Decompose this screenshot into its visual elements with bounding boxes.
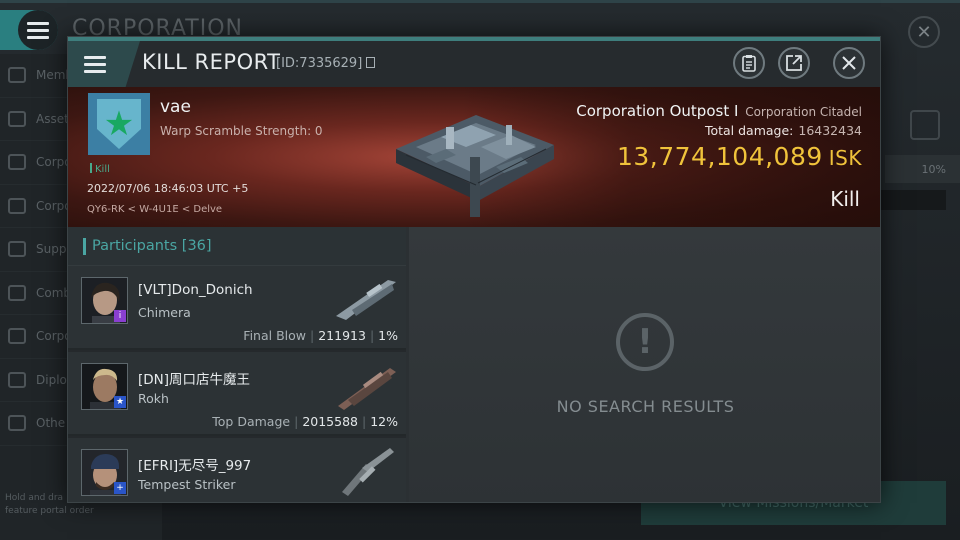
background-bar	[880, 190, 946, 210]
pie-icon	[8, 197, 26, 214]
kill-result: Kill	[830, 187, 860, 211]
role-badge-icon: i	[114, 310, 126, 322]
assets-icon	[8, 110, 26, 127]
participant-stats: Final Blow | 211913 | 1%	[243, 328, 398, 343]
share-button[interactable]	[778, 47, 810, 79]
star-badge-icon: ★	[114, 396, 126, 408]
participant-damage: 2015588	[302, 414, 358, 429]
participant-row[interactable]: ★ [DN]周口店牛魔王 Rokh Top Damage | 2015588 | 12%	[68, 352, 406, 436]
header-accent	[83, 237, 86, 255]
other-icon	[8, 415, 26, 432]
avatar[interactable]: ★	[81, 363, 128, 410]
participant-damage-label: Top Damage	[212, 414, 291, 429]
sidebar-item-label: Comb	[36, 285, 72, 300]
participant-damage-label: Final Blow	[243, 328, 306, 343]
ship-image	[336, 280, 396, 320]
report-id-text: [ID:7335629]	[276, 56, 363, 71]
participants-title: Participants [36]	[92, 238, 212, 254]
participants-panel: Participants [36] i [VLT]Don_Donich Chim…	[68, 227, 406, 502]
participant-percent: 12%	[370, 414, 398, 429]
document-icon	[8, 328, 26, 345]
sidebar-item-label: Asset	[36, 111, 69, 126]
participant-ship: Rokh	[138, 391, 169, 406]
participant-damage: 211913	[318, 328, 366, 343]
share-icon	[786, 55, 802, 71]
ship-image	[342, 448, 394, 496]
victim-name[interactable]: vae	[160, 97, 191, 117]
dialog-menu-button[interactable]	[68, 41, 140, 87]
close-icon	[842, 56, 856, 70]
no-results-message: NO SEARCH RESULTS	[556, 397, 735, 416]
kill-tag: Kill	[90, 163, 110, 175]
menu-icon	[18, 10, 58, 50]
participant-row[interactable]: + [EFRI]无尽号_997 Tempest Striker	[68, 438, 406, 502]
avatar[interactable]: +	[81, 449, 128, 496]
main-menu-button[interactable]	[0, 10, 58, 50]
isk-value: 13,774,104,089 ISK	[617, 142, 862, 171]
supply-icon	[8, 241, 26, 258]
clipboard-button[interactable]	[733, 47, 765, 79]
participant-ship: Tempest Striker	[138, 477, 236, 492]
background-close-icon[interactable]: ✕	[908, 16, 940, 48]
sidebar-item-label: Othe	[36, 416, 66, 431]
sidebar-item-label: Suppl	[36, 242, 70, 257]
dialog-header: KILL REPORT [ID:7335629]	[68, 41, 880, 87]
participant-percent: 1%	[378, 328, 398, 343]
close-button[interactable]	[833, 47, 865, 79]
participant-stats: Top Damage | 2015588 | 12%	[212, 414, 398, 429]
kill-report-dialog: KILL REPORT [ID:7335629] ★ vae Warp Scra…	[67, 36, 881, 503]
kill-datetime: 2022/07/06 18:46:03 UTC +5	[87, 182, 249, 195]
isk-amount: 13,774,104,089	[616, 142, 823, 171]
detail-panel: ! NO SEARCH RESULTS	[409, 227, 880, 502]
target-class: Corporation Citadel	[745, 105, 862, 119]
target-name-text: Corporation Outpost I	[576, 102, 739, 120]
star-icon: ★	[97, 99, 141, 149]
report-id[interactable]: [ID:7335629]	[276, 56, 376, 71]
plus-badge-icon: +	[114, 482, 126, 494]
total-damage-value: 16432434	[798, 123, 862, 138]
participant-name[interactable]: [DN]周口店牛魔王	[138, 368, 250, 388]
warp-scramble-strength: Warp Scramble Strength: 0	[160, 124, 323, 138]
participant-ship: Chimera	[138, 305, 191, 320]
hint-line: feature portal order	[5, 506, 94, 516]
participant-name[interactable]: [EFRI]无尽号_997	[138, 454, 251, 474]
combat-icon	[8, 284, 26, 301]
total-damage: Total damage: 16432434	[705, 123, 862, 138]
diplomacy-icon	[8, 371, 26, 388]
exclamation-icon: !	[616, 313, 674, 371]
total-damage-label: Total damage:	[704, 123, 794, 138]
target-name[interactable]: Corporation Outpost I Corporation Citade…	[576, 102, 862, 120]
outpost-structure-image	[396, 115, 554, 217]
isk-unit: ISK	[828, 146, 862, 170]
dialog-title: KILL REPORT	[142, 50, 281, 74]
sidebar-item-label: Diplo	[36, 372, 67, 387]
participant-row[interactable]: i [VLT]Don_Donich Chimera Final Blow | 211…	[68, 266, 406, 350]
kill-banner: ★ vae Warp Scramble Strength: 0 Kill 202…	[68, 87, 880, 227]
kill-location[interactable]: QY6-RK < W-4U1E < Delve	[87, 204, 222, 215]
participants-header: Participants [36]	[68, 227, 406, 266]
chart-icon	[8, 154, 26, 171]
percent-field: 10%	[885, 155, 960, 183]
kill-tag-text: Kill	[95, 164, 110, 175]
copy-icon[interactable]	[366, 57, 376, 68]
menu-icon	[84, 52, 106, 77]
members-icon	[8, 67, 26, 84]
top-accent-line	[0, 0, 960, 3]
corporation-logo[interactable]: ★	[88, 93, 150, 155]
clipboard-icon	[742, 55, 756, 72]
external-link-icon[interactable]	[910, 110, 940, 140]
participant-name[interactable]: [VLT]Don_Donich	[138, 282, 253, 298]
avatar[interactable]: i	[81, 277, 128, 324]
ship-image	[338, 368, 396, 410]
